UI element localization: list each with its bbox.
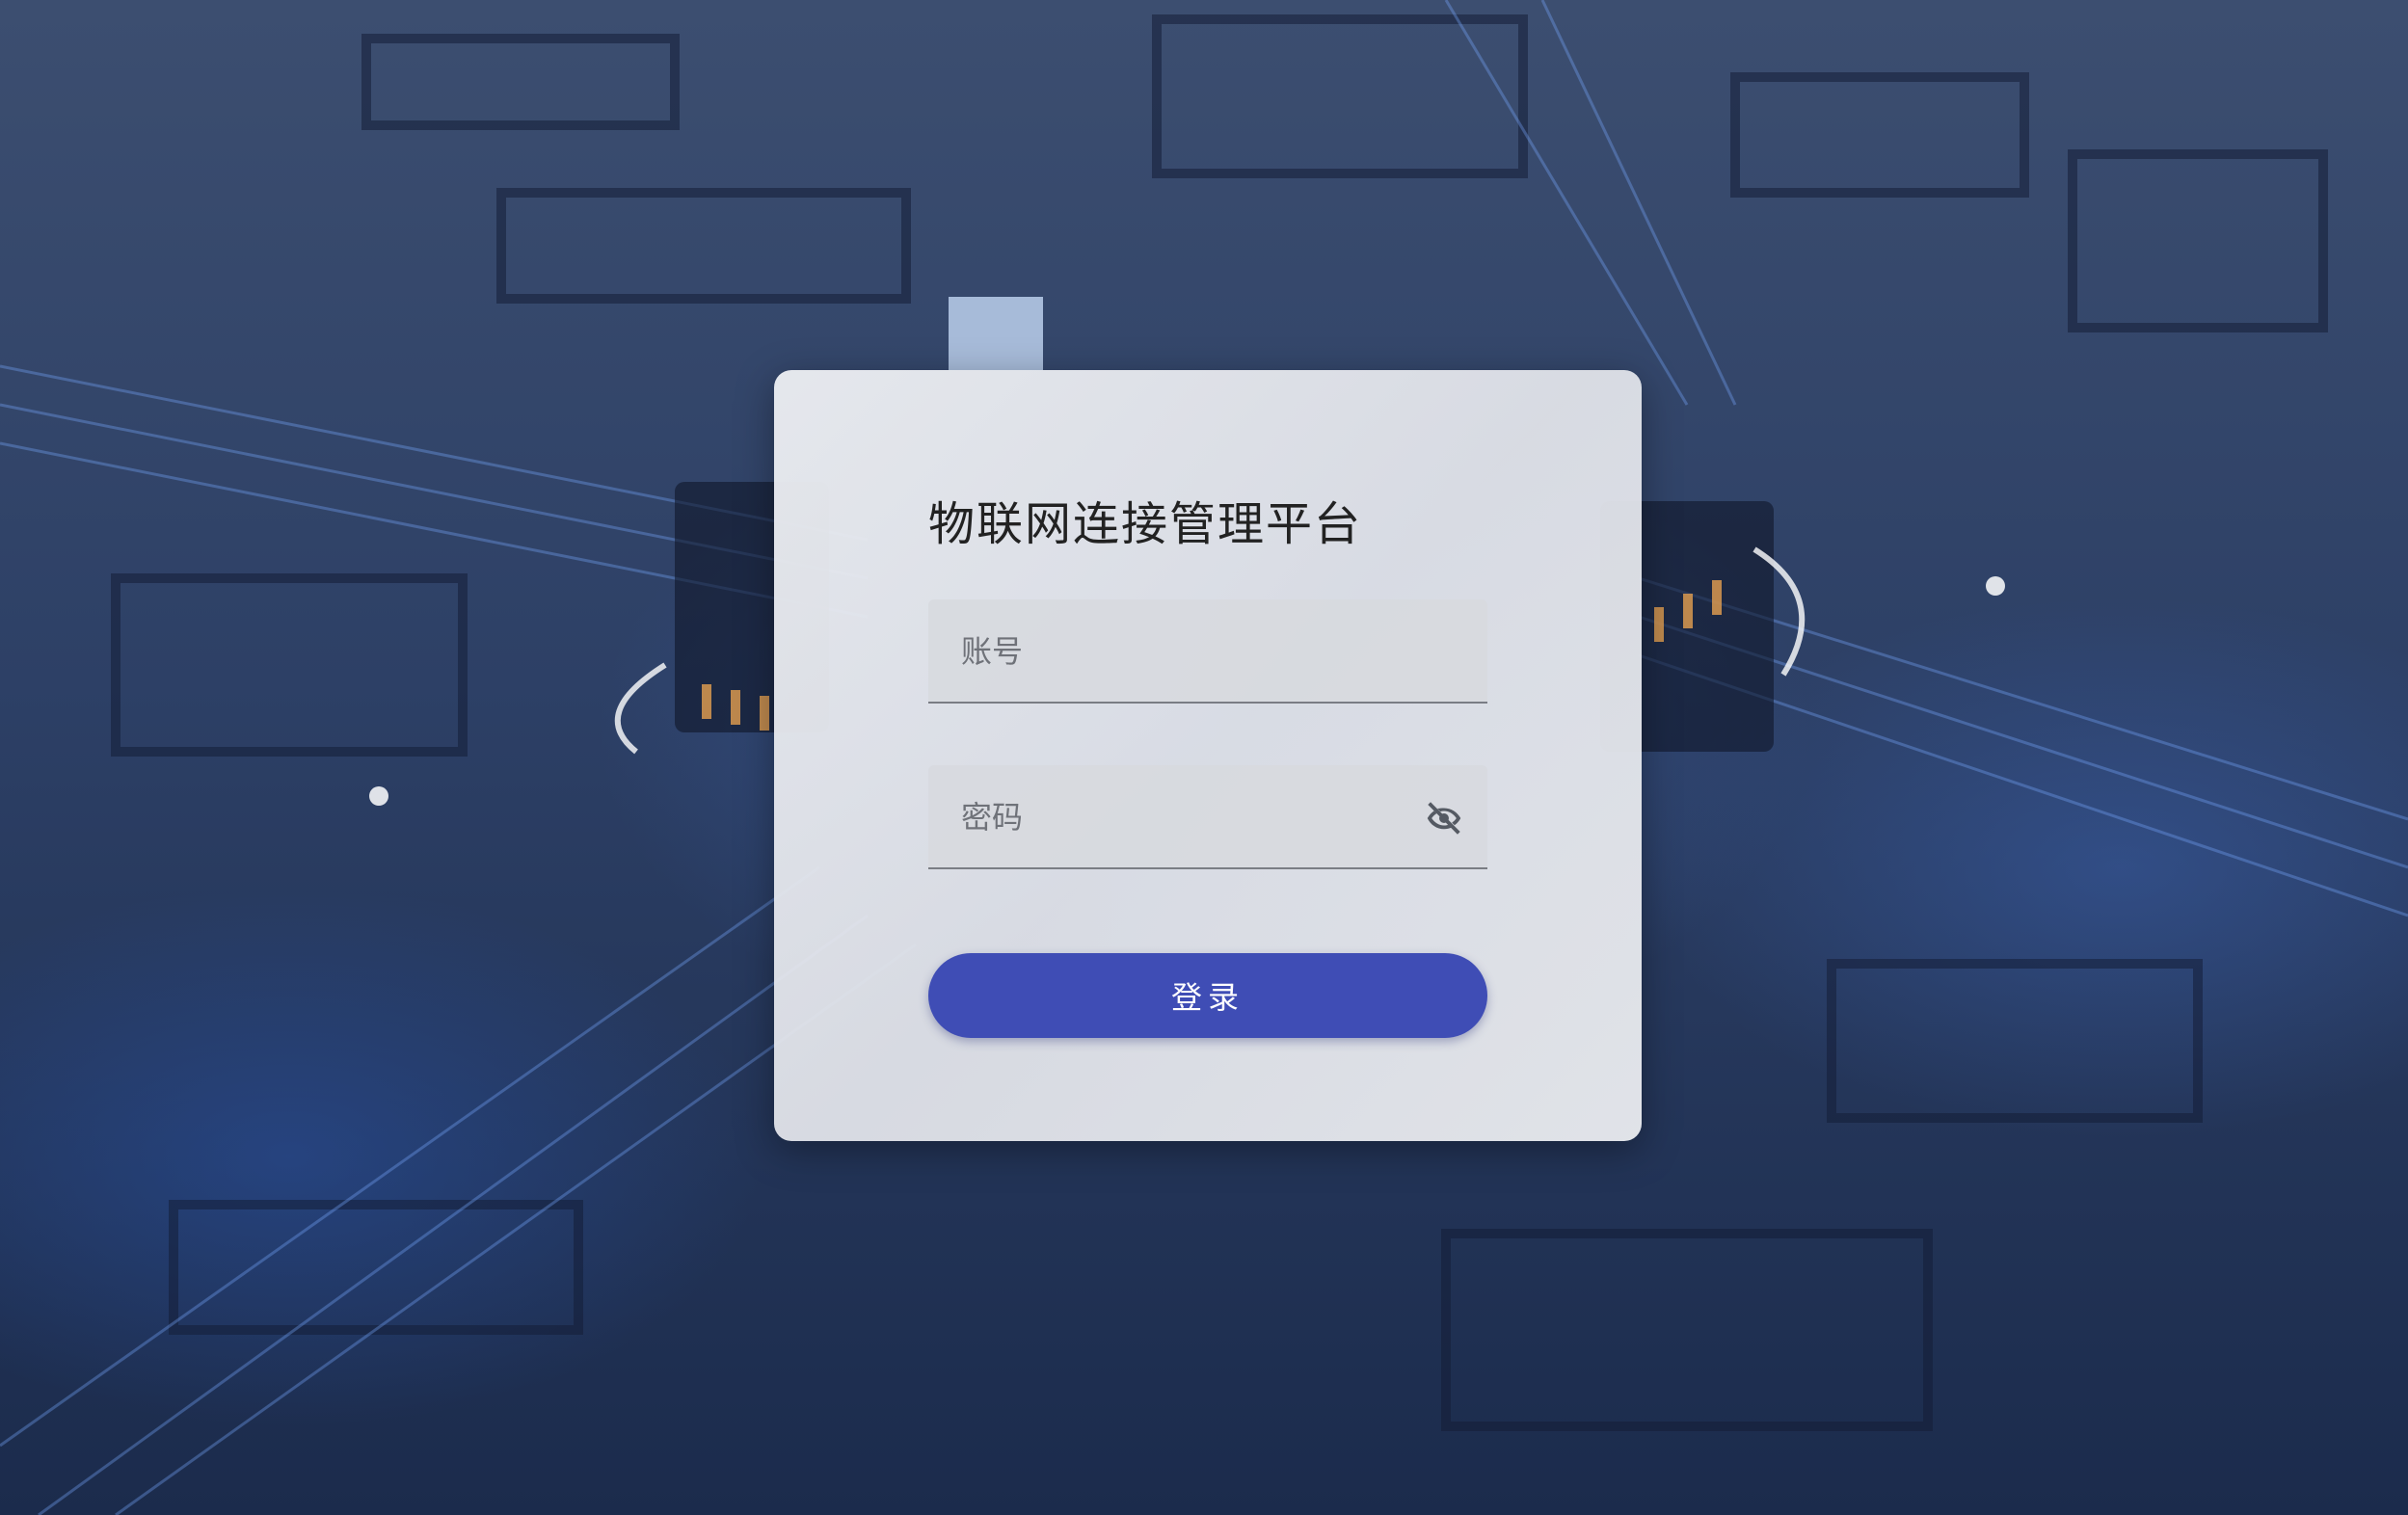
login-button[interactable]: 登录: [928, 953, 1487, 1038]
password-input[interactable]: [959, 765, 1406, 869]
login-card: 物联网连接管理平台 登录: [774, 370, 1642, 1141]
password-field[interactable]: [928, 765, 1487, 869]
account-input[interactable]: [959, 599, 1406, 704]
eye-off-icon[interactable]: [1422, 796, 1466, 840]
account-field[interactable]: [928, 599, 1487, 704]
page-title: 物联网连接管理平台: [928, 497, 1363, 551]
